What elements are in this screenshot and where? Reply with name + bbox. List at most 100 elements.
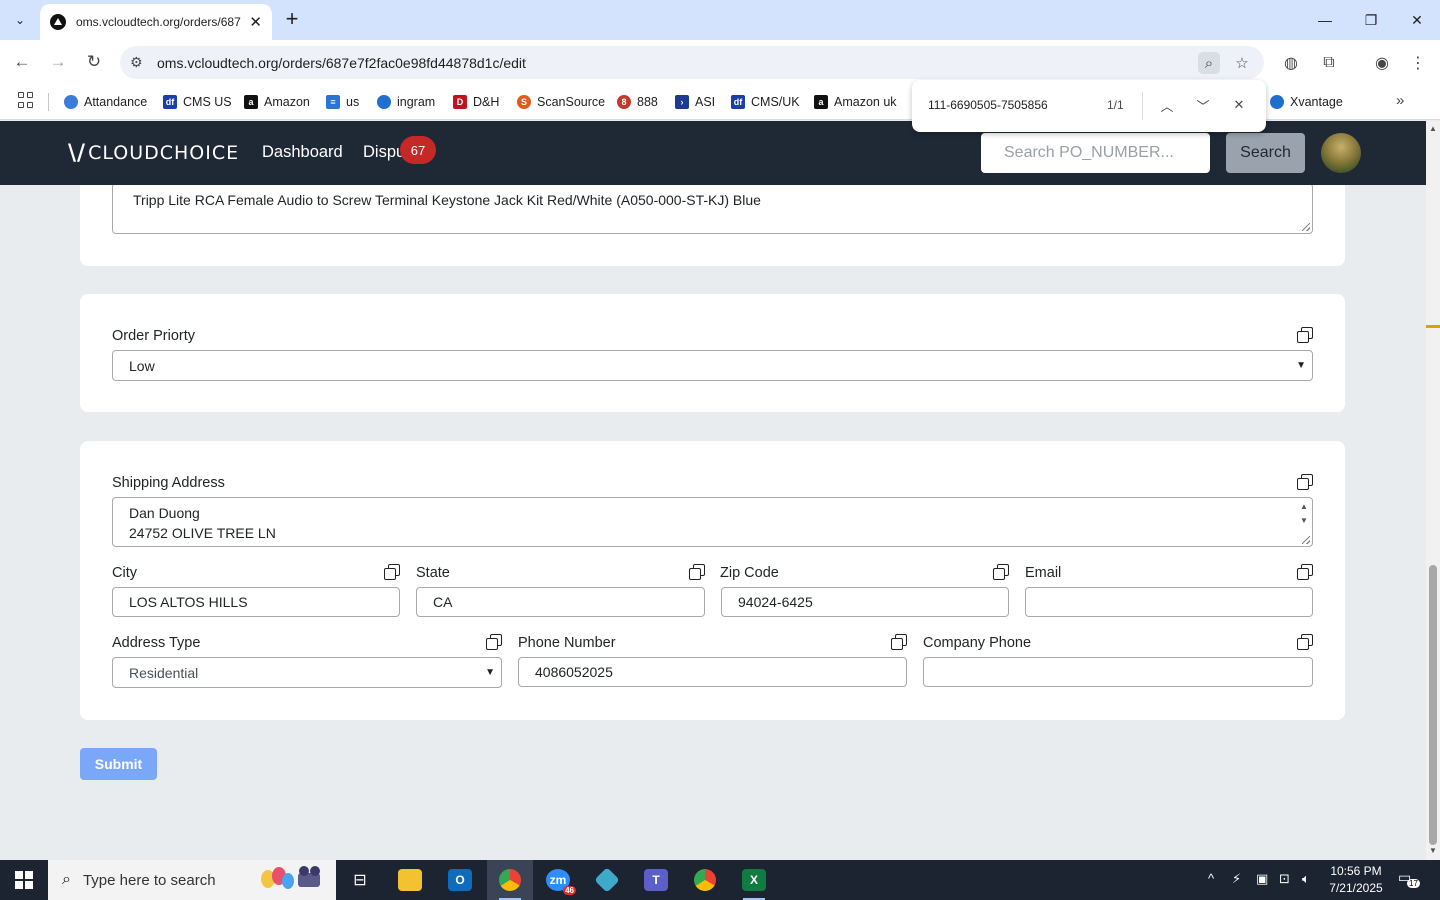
back-arrow-icon[interactable]: ← — [10, 50, 34, 74]
copy-icon[interactable] — [993, 564, 1009, 580]
scrollbar-thumb[interactable] — [1429, 565, 1437, 845]
task-view-icon[interactable]: ⊟ — [337, 860, 383, 900]
bookmark-ingram[interactable]: ingram — [377, 91, 435, 113]
restore-icon[interactable]: ❐ — [1348, 0, 1394, 40]
copy-icon[interactable] — [1297, 564, 1313, 580]
find-close-icon[interactable]: ✕ — [1228, 94, 1250, 116]
phone-number-input[interactable]: 4086052025 — [518, 657, 907, 687]
resize-grip-icon[interactable] — [1302, 223, 1310, 231]
bookmark-888[interactable]: 8 888 — [617, 91, 658, 113]
search-icon: ⌕ — [62, 871, 71, 888]
find-previous-chevron-up-icon[interactable]: ︿ — [1156, 94, 1178, 116]
bookmark-cms-us[interactable]: df CMS US — [163, 91, 232, 113]
dh-favicon-icon: D — [453, 95, 467, 109]
bookmark-amazon[interactable]: a Amazon — [244, 91, 310, 113]
notifications-icon[interactable]: ▭ 17 — [1398, 869, 1420, 891]
scroll-up-arrow-icon[interactable]: ▲ — [1428, 124, 1438, 134]
volume-icon[interactable]: 🔈︎ — [1302, 871, 1310, 887]
file-explorer-icon[interactable] — [387, 860, 433, 900]
zip-code-input[interactable]: 94024-6425 — [721, 587, 1009, 617]
window-close-icon[interactable]: ✕ — [1394, 0, 1440, 40]
bookmark-star-icon[interactable]: ☆ — [1231, 52, 1253, 74]
copy-icon[interactable] — [1297, 327, 1313, 343]
translate-globe-icon[interactable]: ◍ — [1280, 52, 1302, 74]
bookmark-asi[interactable]: › ASI — [675, 91, 715, 113]
copy-icon[interactable] — [689, 564, 705, 580]
logo-mark-icon: \/ — [68, 140, 87, 166]
address-line-1: Dan Duong — [129, 505, 200, 521]
bookmark-dh[interactable]: D D&H — [453, 91, 499, 113]
city-input[interactable]: LOS ALTOS HILLS — [112, 587, 400, 617]
apps-grid-icon[interactable] — [18, 92, 34, 108]
state-input[interactable]: CA — [416, 587, 705, 617]
copy-icon[interactable] — [1297, 634, 1313, 650]
address-bar[interactable]: ⚙ oms.vcloudtech.org/orders/687e7f2fac0e… — [120, 46, 1264, 79]
copy-icon[interactable] — [1297, 474, 1313, 490]
tab-close-icon[interactable]: ✕ — [249, 13, 262, 31]
network-icon[interactable]: ⊡ — [1279, 871, 1290, 887]
minimize-icon[interactable]: — — [1302, 0, 1348, 40]
nav-disputes-link[interactable]: Dispu — [363, 143, 405, 162]
outlook-glyph: O — [448, 869, 472, 891]
textarea-scroll-arrows-icon[interactable]: ▲ ▼ — [1298, 500, 1310, 528]
search-button[interactable]: Search — [1226, 133, 1305, 173]
tray-app-icon[interactable]: ⚡ — [1232, 871, 1241, 887]
scroll-down-arrow-icon[interactable]: ▼ — [1428, 846, 1438, 856]
zoom-glyph: zm 46 — [546, 869, 576, 895]
copy-icon[interactable] — [384, 564, 400, 580]
reload-icon[interactable]: ↻ — [82, 50, 106, 74]
page-scrollbar[interactable]: ▲ ▼ — [1426, 121, 1440, 860]
scansource-favicon-icon: S — [517, 95, 531, 109]
app-diamond-icon[interactable] — [584, 860, 630, 900]
order-priority-select[interactable]: Low ▼ — [112, 350, 1313, 381]
more-bookmarks-chevron-icon[interactable]: » — [1396, 92, 1404, 109]
description-textarea[interactable]: Tripp Lite RCA Female Audio to Screw Ter… — [112, 183, 1313, 234]
bookmark-amazon-uk[interactable]: a Amazon uk — [814, 91, 897, 113]
email-input[interactable] — [1025, 587, 1313, 617]
taskbar-search-box[interactable]: ⌕ Type here to search — [48, 860, 336, 900]
find-input[interactable]: 111-6690505-7505856 — [928, 98, 1048, 112]
extensions-puzzle-icon[interactable]: ⧉ — [1318, 52, 1340, 74]
excel-icon[interactable]: X — [731, 860, 777, 900]
copy-icon[interactable] — [486, 634, 502, 650]
nav-dashboard-link[interactable]: Dashboard — [262, 143, 343, 162]
tray-overflow-chevron-icon[interactable]: ^ — [1208, 871, 1214, 886]
tray-vpn-icon[interactable]: ▣ — [1256, 871, 1268, 887]
bookmark-scansource[interactable]: S ScanSource — [517, 91, 605, 113]
find-next-chevron-down-icon[interactable]: ﹀ — [1192, 94, 1214, 116]
resize-grip-icon[interactable] — [1302, 536, 1310, 544]
forward-arrow-icon[interactable]: → — [46, 50, 70, 74]
start-windows-icon[interactable] — [0, 860, 48, 900]
company-phone-input[interactable] — [923, 657, 1313, 687]
profile-icon[interactable]: ◉ — [1371, 52, 1393, 74]
outlook-icon[interactable]: O — [437, 860, 483, 900]
find-in-page-icon[interactable]: ⌕ — [1198, 52, 1220, 74]
copy-icon[interactable] — [891, 634, 907, 650]
menu-kebab-icon[interactable]: ⋮ — [1407, 52, 1429, 74]
new-tab-plus-icon[interactable]: + — [280, 8, 304, 32]
zoom-icon[interactable]: zm 46 — [535, 860, 581, 900]
cms-uk-favicon-icon: df — [731, 95, 745, 109]
zip-code-label: Zip Code — [720, 565, 779, 581]
taskbar-clock[interactable]: 10:56 PM 7/21/2025 — [1326, 863, 1386, 897]
chrome-profile-icon[interactable] — [682, 860, 728, 900]
state-label: State — [416, 565, 450, 581]
teams-icon[interactable]: T — [633, 860, 679, 900]
city-value: LOS ALTOS HILLS — [129, 594, 248, 610]
zoom-badge: 46 — [563, 886, 576, 895]
submit-button[interactable]: Submit — [80, 748, 157, 780]
cloudchoice-logo[interactable]: \/ CLOUDCHOICE — [68, 140, 239, 166]
po-number-search-input[interactable] — [981, 133, 1210, 173]
browser-tab-active[interactable]: oms.vcloudtech.org/orders/687 ✕ — [40, 4, 272, 40]
tab-search-chevron-icon[interactable]: ⌄ — [6, 7, 34, 33]
url-text[interactable]: oms.vcloudtech.org/orders/687e7f2fac0e98… — [157, 55, 526, 71]
user-avatar[interactable] — [1321, 133, 1361, 173]
bookmark-cms-uk[interactable]: df CMS/UK — [731, 91, 800, 113]
bookmark-attandance[interactable]: Attandance — [64, 91, 147, 113]
bookmark-xvantage[interactable]: Xvantage — [1270, 91, 1343, 113]
chrome-icon[interactable] — [487, 860, 533, 900]
shipping-address-textarea[interactable]: Dan Duong 24752 OLIVE TREE LN ▲ ▼ — [112, 497, 1313, 547]
address-type-select[interactable]: Residential ▼ — [112, 657, 502, 688]
bookmark-us[interactable]: ≡ us — [326, 91, 359, 113]
site-info-icon[interactable]: ⚙ — [130, 54, 143, 71]
